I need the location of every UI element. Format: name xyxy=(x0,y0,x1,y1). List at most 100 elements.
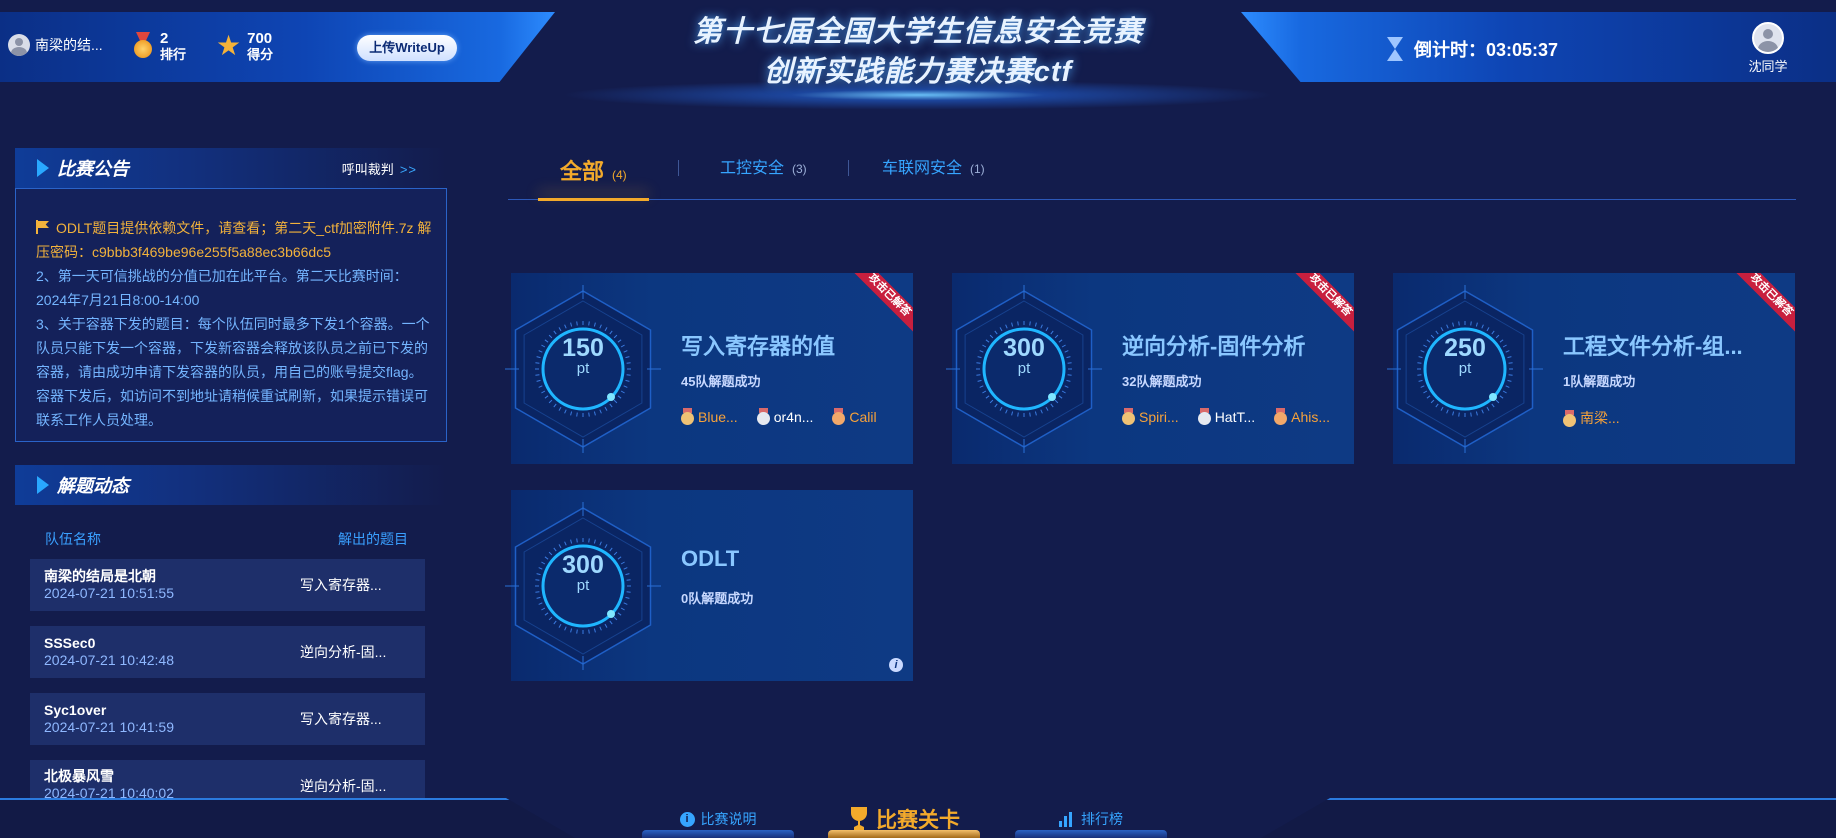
gold-medal-icon xyxy=(1121,408,1136,425)
points-badge: 300 pt xyxy=(511,552,655,594)
challenge-card[interactable]: 300 pt ODLT 0队解题成功 i xyxy=(505,490,913,681)
challenge-card[interactable]: 300 pt 逆向分析-固件分析 32队解题成功 Spiri... HatT..… xyxy=(946,273,1354,464)
ribbon-text: 攻击已解答 xyxy=(1292,273,1354,335)
solve-row: SSSec0 2024-07-21 10:42:48 逆向分析-固... xyxy=(30,626,425,678)
tab-ics-security[interactable]: 工控安全 (3) xyxy=(720,154,807,178)
tab-divider xyxy=(678,160,679,176)
call-referee-link[interactable]: 呼叫裁判 >> xyxy=(342,159,417,178)
team-name: 南梁的结... xyxy=(35,37,103,53)
rank-value: 2 xyxy=(160,30,169,47)
top-solvers: Spiri... HatT... Ahis... xyxy=(1121,408,1330,425)
title-line-2: 创新实践能力赛决赛ctf xyxy=(763,56,1073,88)
info-icon[interactable]: i xyxy=(889,658,903,672)
countdown: 倒计时：03:05:37 xyxy=(1386,36,1558,62)
footer-tab-bar xyxy=(642,830,794,838)
footer-leaderboard-label: 排行榜 xyxy=(1081,811,1123,827)
tabs-baseline xyxy=(508,199,1796,200)
score-stat: ★ 700 得分 xyxy=(216,30,273,62)
score-label: 得分 xyxy=(247,47,274,62)
rank-stat: 2 排行 xyxy=(132,30,186,62)
call-referee-label: 呼叫裁判 xyxy=(341,161,394,177)
bronze-medal-icon xyxy=(831,408,846,425)
page-title: 第十七届全国大学生信息安全竞赛 创新实践能力赛决赛ctf xyxy=(560,12,1276,92)
footer-tab-bar-active xyxy=(828,830,980,838)
solver-name: Ahis... xyxy=(1291,408,1331,425)
tab-divider xyxy=(848,160,849,176)
trophy-icon xyxy=(848,807,870,831)
solves-column-headers: 队伍名称 解出的题目 xyxy=(45,529,408,549)
solve-time: 2024-07-21 10:40:02 xyxy=(44,785,174,798)
challenge-card[interactable]: 250 pt 工程文件分析-组... 1队解题成功 南梁... 攻击已解答 xyxy=(1387,273,1795,464)
solve-challenge: 逆向分析-固... xyxy=(300,778,387,794)
solver-name: Calil xyxy=(849,408,877,425)
footer-rules-label: 比赛说明 xyxy=(700,811,757,827)
notice-list[interactable]: ODLT题目提供依赖文件，请查看；第二天_ctf加密附件.7z 解压密码：c9b… xyxy=(15,188,447,442)
tab-count: (1) xyxy=(970,162,985,176)
score-value: 700 xyxy=(247,30,273,47)
points-unit: pt xyxy=(576,360,590,377)
user-avatar-icon xyxy=(1752,22,1784,54)
solved-ribbon: 攻击已解答 xyxy=(1733,273,1795,335)
solve-challenge: 写入寄存器... xyxy=(300,711,382,727)
solver-second: HatT... xyxy=(1197,408,1255,425)
triangle-icon xyxy=(37,476,49,494)
top-solvers: Blue... or4n... Calil xyxy=(680,408,877,425)
team-avatar-icon xyxy=(8,34,30,56)
solve-challenge: 逆向分析-固... xyxy=(300,644,387,660)
notice-item-1-text: ODLT题目提供依赖文件，请查看；第二天_ctf加密附件.7z 解压密码：c9b… xyxy=(36,220,432,260)
solve-team: 南梁的结局是北朝 xyxy=(44,568,156,584)
solve-time: 2024-07-21 10:41:59 xyxy=(44,719,174,735)
notice-title: 比赛公告 xyxy=(57,159,129,179)
solver-name: 南梁... xyxy=(1580,410,1620,426)
solver-name: Blue... xyxy=(698,408,738,425)
tab-label: 工控安全 xyxy=(720,160,785,177)
tab-label: 全部 xyxy=(560,159,605,184)
solved-ribbon: 攻击已解答 xyxy=(851,273,913,335)
star-icon: ★ xyxy=(216,30,242,61)
countdown-label: 倒计时： xyxy=(1414,40,1486,60)
footer-decoration-left xyxy=(0,798,575,838)
points-unit: pt xyxy=(1458,360,1472,377)
solve-time: 2024-07-21 10:51:55 xyxy=(44,585,174,601)
solved-ribbon: 攻击已解答 xyxy=(1292,273,1354,335)
col-team-name: 队伍名称 xyxy=(45,531,101,547)
footer-decoration-right xyxy=(1261,798,1836,838)
solver-first: 南梁... xyxy=(1562,408,1620,428)
points-badge: 300 pt xyxy=(952,335,1096,377)
top-solvers: 南梁... xyxy=(1562,408,1620,428)
solve-row: 南梁的结局是北朝 2024-07-21 10:51:55 写入寄存器... xyxy=(30,559,425,611)
ribbon-text: 攻击已解答 xyxy=(1733,273,1795,335)
solve-row: 北极暴风雪 2024-07-21 10:40:02 逆向分析-固... xyxy=(30,760,425,798)
challenge-card[interactable]: 150 pt 写入寄存器的值 45队解题成功 Blue... or4n... C… xyxy=(505,273,913,464)
user-profile[interactable]: 沈同学 xyxy=(1744,22,1792,75)
col-solved-challenge: 解出的题目 xyxy=(338,531,408,547)
team-chip[interactable]: 南梁的结... xyxy=(8,34,103,56)
tab-count: (4) xyxy=(612,168,627,182)
challenge-name: ODLT xyxy=(681,546,740,571)
solve-row: Syc1over 2024-07-21 10:41:59 写入寄存器... xyxy=(30,693,425,745)
triangle-icon xyxy=(37,159,49,177)
challenge-solved-count: 45队解题成功 xyxy=(681,374,761,389)
challenge-points: 300 xyxy=(1003,334,1045,362)
notice-item-1: ODLT题目提供依赖文件，请查看；第二天_ctf加密附件.7z 解压密码：c9b… xyxy=(36,216,432,264)
solver-name: or4n... xyxy=(773,408,814,425)
upload-writeup-button[interactable]: 上传WriteUp xyxy=(357,35,457,61)
tab-label: 车联网安全 xyxy=(882,160,963,177)
solver-name: Spiri... xyxy=(1139,408,1179,425)
solve-time: 2024-07-21 10:42:48 xyxy=(44,652,174,668)
challenge-solved-count: 0队解题成功 xyxy=(681,591,754,606)
silver-medal-icon xyxy=(756,408,771,425)
solves-panel-header: 解题动态 xyxy=(15,465,447,505)
tab-all[interactable]: 全部 (4) xyxy=(560,154,627,186)
points-unit: pt xyxy=(576,577,590,594)
solve-team: Syc1over xyxy=(44,702,107,718)
tab-iov-security[interactable]: 车联网安全 (1) xyxy=(882,154,985,178)
gold-medal-icon xyxy=(680,408,695,425)
footer-tab-bar xyxy=(1015,830,1167,838)
tab-count: (3) xyxy=(792,162,807,176)
title-line-1: 第十七届全国大学生信息安全竞赛 xyxy=(692,16,1143,48)
notice-panel-header: 比赛公告 呼叫裁判 >> xyxy=(15,148,447,188)
notice-item-2: 2、第一天可信挑战的分值已加在此平台。第二天比赛时间：2024年7月21日8:0… xyxy=(36,268,408,308)
double-chevron-icon: >> xyxy=(399,161,417,177)
countdown-value: 03:05:37 xyxy=(1486,40,1559,60)
